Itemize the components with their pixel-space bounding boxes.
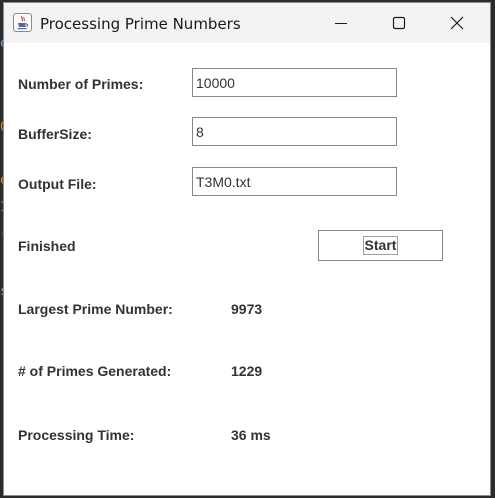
- buffer-size-label: BufferSize:: [18, 126, 92, 142]
- window-title: Processing Prime Numbers: [40, 15, 241, 33]
- largest-prime-label: Largest Prime Number:: [18, 301, 173, 317]
- close-icon: [450, 16, 464, 30]
- primes-generated-label: # of Primes Generated:: [18, 363, 172, 379]
- largest-prime-value: 9973: [231, 301, 263, 317]
- num-primes-field[interactable]: [192, 68, 397, 97]
- output-file-field[interactable]: [192, 167, 397, 196]
- content-pane: Number of Primes: BufferSize: Output Fil…: [4, 43, 490, 495]
- minimize-button[interactable]: [312, 3, 370, 43]
- app-window: Processing Prime Numbers Number of Prime…: [3, 2, 491, 496]
- maximize-icon: [392, 16, 406, 30]
- num-primes-label: Number of Primes:: [18, 76, 144, 92]
- status-label: Finished: [18, 238, 76, 254]
- processing-time-label: Processing Time:: [18, 427, 135, 443]
- maximize-button[interactable]: [370, 3, 428, 43]
- buffer-size-field[interactable]: [192, 117, 397, 146]
- title-bar[interactable]: Processing Prime Numbers: [4, 3, 490, 43]
- primes-generated-value: 1229: [231, 363, 263, 379]
- output-file-label: Output File:: [18, 176, 97, 192]
- java-coffee-icon: [13, 13, 32, 32]
- close-button[interactable]: [428, 3, 486, 43]
- start-button[interactable]: Start: [318, 230, 443, 261]
- start-button-label: Start: [363, 236, 398, 255]
- minimize-icon: [335, 23, 347, 24]
- processing-time-value: 36 ms: [231, 427, 271, 443]
